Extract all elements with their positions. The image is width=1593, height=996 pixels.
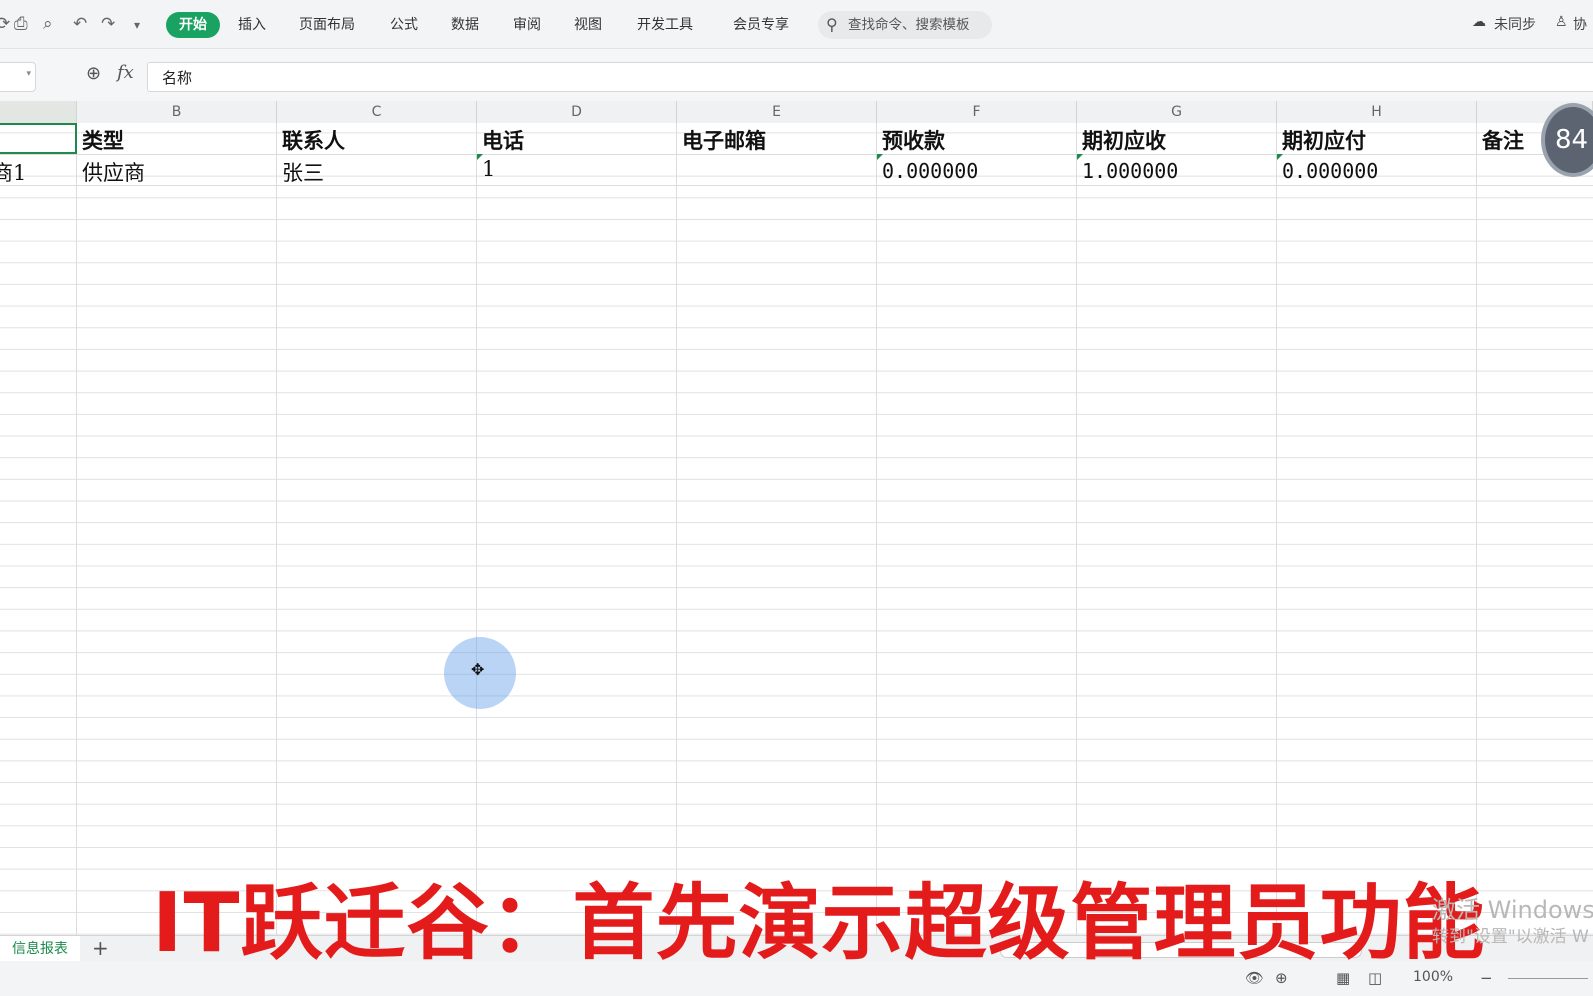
activation-watermark-title: 激活 Windows xyxy=(1432,896,1593,924)
column-header-f[interactable]: F xyxy=(877,101,1077,123)
column-header-c[interactable]: C xyxy=(277,101,477,123)
search-icon: ⚲ xyxy=(826,15,838,34)
header-email[interactable]: 电子邮箱 xyxy=(682,125,766,155)
gridline xyxy=(876,123,877,935)
header-opening-receivable[interactable]: 期初应收 xyxy=(1082,125,1166,155)
header-prepaid[interactable]: 预收款 xyxy=(882,125,945,155)
tab-home[interactable]: 开始 xyxy=(166,12,220,38)
open-icon[interactable]: ⟳ xyxy=(0,14,10,34)
cloud-icon[interactable]: ☁ xyxy=(1472,14,1486,30)
collaborate-button[interactable]: 协 xyxy=(1573,14,1587,34)
gridline xyxy=(276,123,277,935)
ribbon-toolbar: ⟳ ⎙ ⌕ ↶ ↷ ▾ 开始 插入 页面布局 公式 数据 审阅 视图 开发工具 … xyxy=(0,0,1593,49)
video-caption: IT跃迁谷：首先演示超级管理员功能 xyxy=(152,876,1486,971)
cell-contact[interactable]: 张三 xyxy=(282,157,324,187)
column-header-d[interactable]: D xyxy=(477,101,677,123)
selected-cell[interactable] xyxy=(0,123,77,154)
formula-bar: ▾ ⊕ fx 名称 xyxy=(0,49,1593,101)
gridline xyxy=(676,123,677,935)
tab-member[interactable]: 会员专享 xyxy=(733,14,789,34)
search-placeholder: 查找命令、搜索模板 xyxy=(848,17,970,33)
print-icon[interactable]: ⎙ xyxy=(14,14,28,34)
tab-data[interactable]: 数据 xyxy=(451,14,479,34)
cell-opening-payable[interactable]: 0.000000 xyxy=(1282,159,1378,183)
gridline xyxy=(0,185,1593,186)
name-box[interactable]: ▾ xyxy=(0,62,36,92)
activation-watermark-subtitle: 转到"设置"以激活 W xyxy=(1432,927,1589,947)
column-headers: B C D E F G H xyxy=(0,101,1593,124)
tab-insert[interactable]: 插入 xyxy=(238,14,266,34)
zoom-search-icon[interactable]: ⊕ xyxy=(86,63,101,84)
gridline xyxy=(1076,123,1077,935)
fx-icon[interactable]: fx xyxy=(117,62,134,83)
add-sheet-button[interactable]: + xyxy=(92,936,109,960)
tab-view[interactable]: 视图 xyxy=(574,14,602,34)
user-icon[interactable]: ♙ xyxy=(1555,14,1568,30)
move-cursor-icon: ✥ xyxy=(471,660,485,679)
header-phone[interactable]: 电话 xyxy=(482,125,524,155)
sheet-tab[interactable]: 信息报表 xyxy=(0,936,80,962)
column-header-g[interactable]: G xyxy=(1077,101,1277,123)
tab-formulas[interactable]: 公式 xyxy=(390,14,418,34)
tab-developer[interactable]: 开发工具 xyxy=(637,14,693,34)
column-header-a[interactable] xyxy=(0,101,77,123)
redo-icon[interactable]: ↷ xyxy=(101,14,115,34)
undo-icon[interactable]: ↶ xyxy=(73,14,87,34)
gridline xyxy=(476,123,477,935)
gridline xyxy=(1276,123,1277,935)
cell-phone[interactable]: 1 xyxy=(482,157,495,181)
mouse-cursor-highlight: ✥ xyxy=(444,637,516,709)
column-header-e[interactable]: E xyxy=(677,101,877,123)
cell-opening-receivable[interactable]: 1.000000 xyxy=(1082,159,1178,183)
zoom-slider[interactable] xyxy=(1508,978,1588,979)
badge-value: 84 xyxy=(1555,125,1589,155)
header-contact[interactable]: 联系人 xyxy=(282,125,345,155)
cell-prepaid[interactable]: 0.000000 xyxy=(882,159,978,183)
chevron-down-icon[interactable]: ▾ xyxy=(26,69,31,79)
header-remark[interactable]: 备注 xyxy=(1482,125,1524,155)
tab-review[interactable]: 审阅 xyxy=(513,14,541,34)
command-search[interactable]: ⚲ 查找命令、搜索模板 xyxy=(818,11,992,39)
print-preview-icon[interactable]: ⌕ xyxy=(43,14,53,34)
gridline xyxy=(76,123,77,935)
header-type[interactable]: 类型 xyxy=(82,125,124,155)
gridline xyxy=(1476,123,1477,935)
cell-a2[interactable]: 商1 xyxy=(0,157,26,187)
sync-status[interactable]: 未同步 xyxy=(1494,14,1536,34)
tab-page-layout[interactable]: 页面布局 xyxy=(299,14,355,34)
header-opening-payable[interactable]: 期初应付 xyxy=(1282,125,1366,155)
formula-input[interactable]: 名称 xyxy=(147,62,1593,92)
spreadsheet-grid[interactable]: 类型 联系人 电话 电子邮箱 预收款 期初应收 期初应付 备注 商1 供应商 张… xyxy=(0,123,1593,935)
formula-content: 名称 xyxy=(162,69,193,87)
column-header-b[interactable]: B xyxy=(77,101,277,123)
customize-dropdown-icon[interactable]: ▾ xyxy=(134,18,140,32)
cell-type[interactable]: 供应商 xyxy=(82,157,145,187)
column-header-h[interactable]: H xyxy=(1277,101,1477,123)
